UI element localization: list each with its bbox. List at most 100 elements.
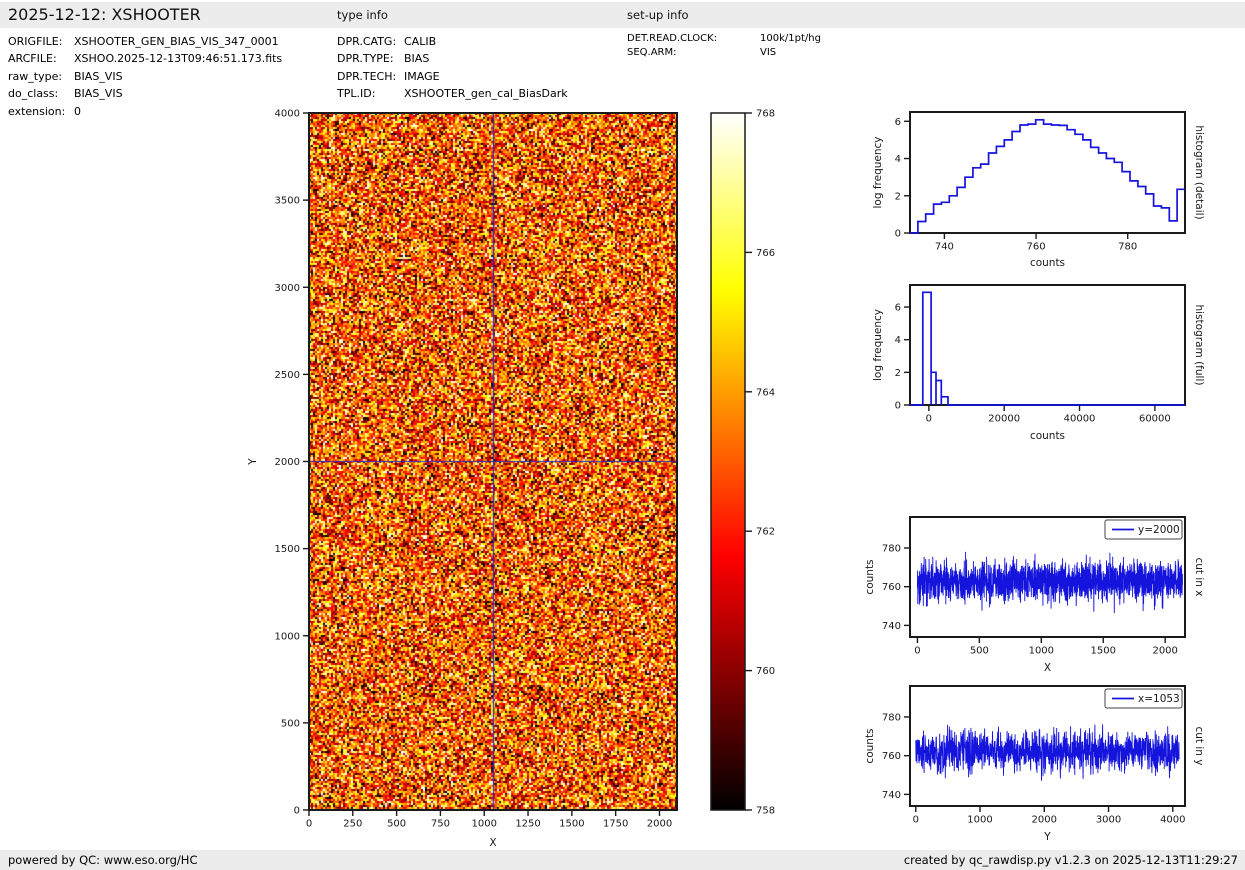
y-axis-label: counts	[864, 559, 876, 594]
plot-box	[909, 111, 1186, 234]
plot-box	[909, 685, 1186, 807]
y-tick-label: 1500	[275, 544, 300, 555]
type-info-value: BIAS	[404, 52, 430, 66]
page-title: 2025-12-12: XSHOOTER	[8, 5, 201, 24]
cut-in-x-curve	[916, 551, 1183, 614]
x-tick-label: 500	[970, 645, 989, 656]
legend-box	[1104, 688, 1183, 709]
type-info-heading: type info	[337, 8, 388, 22]
type-info-row: TPL.ID: XSHOOTER_gen_cal_BiasDark	[337, 85, 568, 102]
x-axis-label: X	[489, 837, 496, 849]
setup-info-label: DET.READ.CLOCK:	[627, 33, 718, 44]
colorbar-gradient	[710, 112, 746, 811]
x-tick-label: 750	[431, 818, 450, 829]
footer-powered-by: powered by QC: www.eso.org/HC	[8, 853, 198, 867]
colorbar-tick-label: 768	[756, 109, 775, 120]
y-tick-label: 760	[882, 751, 901, 762]
file-info-row: ARCFILE: XSHOO.2025-12-13T09:46:51.173.fi…	[8, 50, 282, 67]
file-info-value: XSHOO.2025-12-13T09:46:51.173.fits	[74, 52, 283, 66]
file-info-row: ORIGFILE: XSHOOTER_GEN_BIAS_VIS_347_0001	[8, 33, 282, 50]
y-tick-label: 740	[882, 621, 901, 632]
right-axis-label: cut in x	[1193, 557, 1205, 596]
x-tick-label: 0	[914, 645, 920, 656]
y-tick-label: 500	[281, 718, 300, 729]
type-info-label: DPR.CATG:	[337, 35, 397, 48]
right-axis-label: cut in y	[1193, 726, 1205, 765]
footer-created-by: created by qc_rawdisp.py v1.2.3 on 2025-…	[903, 853, 1238, 867]
file-info-value: XSHOOTER_GEN_BIAS_VIS_347_0001	[74, 35, 279, 48]
y-tick-label: 0	[895, 229, 901, 240]
bias-image	[309, 113, 677, 810]
y-tick-label: 2500	[275, 370, 300, 381]
x-tick-label: 1500	[1091, 645, 1116, 656]
y-axis-label: Y	[247, 458, 259, 466]
footer-bar: powered by QC: www.eso.org/HC created by…	[0, 850, 1245, 870]
type-info-label: DPR.TECH:	[337, 69, 397, 83]
y-tick-label: 3000	[275, 283, 300, 294]
x-tick-label: 60000	[1139, 413, 1171, 424]
plot-box	[909, 516, 1186, 638]
x-tick-label: 2000	[647, 818, 672, 829]
y-axis-label: counts	[864, 728, 876, 763]
x-tick-label: 1000	[967, 814, 992, 825]
y-tick-label: 6	[895, 117, 901, 128]
x-tick-label: 1000	[472, 818, 497, 829]
y-tick-label: 780	[882, 543, 901, 554]
y-tick-label: 0	[895, 401, 901, 412]
file-info-value: 0	[74, 104, 81, 118]
x-tick-label: 3000	[1096, 814, 1121, 825]
histogram-detail-curve	[910, 118, 1185, 234]
x-tick-label: 2000	[1032, 814, 1057, 825]
legend-box	[1104, 519, 1183, 540]
y-tick-label: 1000	[275, 631, 300, 642]
y-axis-label: log frequency	[872, 136, 884, 208]
colorbar-tick-label: 760	[756, 666, 775, 677]
y-tick-label: 780	[882, 712, 901, 723]
cut-in-y-curve	[915, 724, 1180, 781]
setup-info-heading: set-up info	[627, 8, 689, 22]
type-info-label: DPR.TYPE:	[337, 52, 394, 66]
type-info-value: XSHOOTER_gen_cal_BiasDark	[404, 87, 568, 101]
y-tick-label: 4	[895, 335, 901, 346]
setup-info-value: 100k/1pt/hg	[760, 33, 821, 44]
file-info-label: ARCFILE:	[8, 52, 57, 66]
file-info-label: do_class:	[8, 87, 59, 101]
x-tick-label: 1000	[1029, 645, 1054, 656]
y-tick-label: 760	[882, 582, 901, 593]
x-tick-label: 1500	[559, 818, 584, 829]
colorbar-tick-label: 764	[756, 387, 775, 398]
setup-info-label: SEQ.ARM:	[627, 46, 677, 58]
right-axis-label: histogram (full)	[1193, 305, 1205, 386]
type-info-row: DPR.TYPE: BIAS	[337, 50, 568, 67]
file-info-row: do_class: BIAS_VIS	[8, 85, 282, 102]
histogram-full-curve	[910, 291, 1185, 406]
legend-label: y=2000	[1138, 524, 1180, 536]
x-tick-label: 20000	[988, 413, 1020, 424]
file-info-label: ORIGFILE:	[8, 35, 63, 48]
x-tick-label: 250	[343, 818, 362, 829]
y-tick-label: 0	[294, 806, 300, 817]
setup-info-value: VIS	[760, 46, 777, 58]
y-tick-label: 4	[895, 154, 901, 165]
setup-info-row: DET.READ.CLOCK: 100k/1pt/hg	[627, 32, 821, 46]
qc-report-page: 2025-12-12: XSHOOTER type info set-up in…	[0, 0, 1245, 870]
x-tick-label: 0	[913, 814, 919, 825]
file-info-row: extension: 0	[8, 103, 282, 120]
type-info-row: DPR.CATG: CALIB	[337, 33, 568, 50]
setup-info-row: SEQ.ARM: VIS	[627, 46, 821, 60]
y-tick-label: 2000	[275, 457, 300, 468]
file-info-label: extension:	[8, 104, 66, 118]
type-info-row: DPR.TECH: IMAGE	[337, 68, 568, 85]
x-tick-label: 4000	[1160, 814, 1185, 825]
x-tick-label: 0	[306, 818, 312, 829]
y-tick-label: 740	[882, 790, 901, 801]
x-tick-label: 500	[387, 818, 406, 829]
file-info-row: raw_type: BIAS_VIS	[8, 68, 282, 85]
x-axis-label: counts	[1030, 257, 1065, 269]
setup-info-block: DET.READ.CLOCK: 100k/1pt/hg SEQ.ARM: VIS	[627, 32, 821, 60]
x-tick-label: 740	[935, 241, 954, 252]
type-info-label: TPL.ID:	[337, 87, 376, 101]
x-tick-label: 40000	[1064, 413, 1096, 424]
type-info-value: IMAGE	[404, 69, 440, 83]
y-tick-label: 6	[895, 303, 901, 314]
